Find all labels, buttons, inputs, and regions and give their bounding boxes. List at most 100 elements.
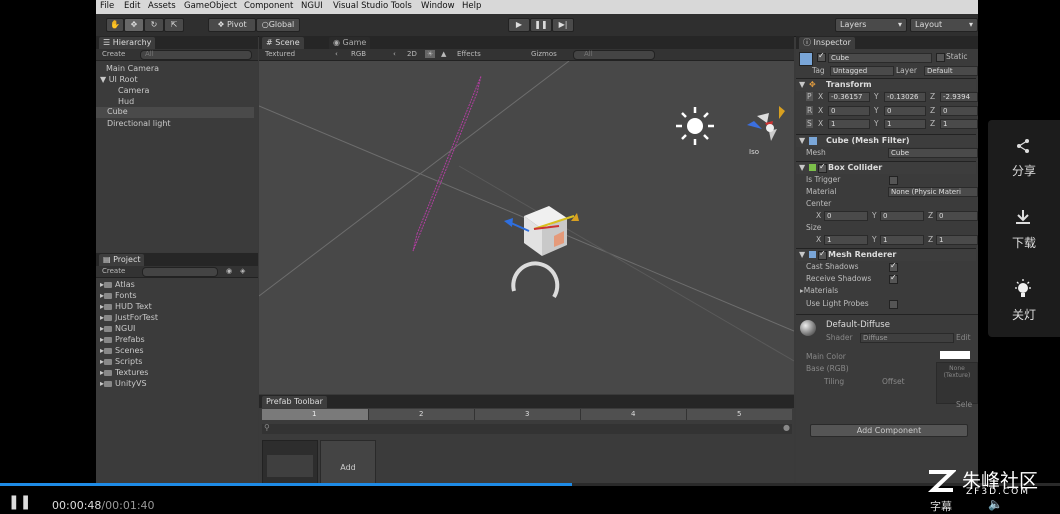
rotate-tool-button[interactable]: ↻ [144, 18, 164, 32]
hierarchy-item-ui-root[interactable]: ▼ UI Root [100, 75, 138, 84]
physic-material-field[interactable]: None (Physic Materi [888, 187, 978, 197]
projection-label[interactable]: Iso [749, 148, 759, 156]
project-folder-atlas[interactable]: ▸ Atlas [100, 280, 135, 289]
receive-shadows-checkbox[interactable] [889, 273, 898, 284]
tag-dropdown[interactable]: Untagged [830, 66, 894, 76]
project-search-input[interactable] [142, 267, 218, 277]
prefab-page-tab-1[interactable]: 1 [262, 409, 368, 420]
2d-toggle[interactable]: 2D [407, 50, 417, 58]
use-light-probes-checkbox[interactable] [889, 300, 898, 309]
prefab-page-tab-4[interactable]: 4 [580, 409, 687, 420]
center-y-field[interactable]: 0 [880, 211, 924, 221]
main-color-swatch[interactable] [940, 351, 970, 359]
render-mode-dropdown[interactable]: RGB [351, 50, 366, 58]
tab-project[interactable]: ▤ Project [99, 254, 145, 266]
prefab-thumbnail[interactable] [262, 440, 318, 483]
subtitle-button[interactable]: 字幕 [930, 498, 952, 514]
size-z-field[interactable]: 1 [936, 235, 978, 245]
rotation-reset-button[interactable]: R [806, 106, 814, 115]
download-button[interactable]: 下载 [988, 192, 1060, 264]
share-button[interactable]: 分享 [988, 120, 1060, 192]
project-create-button[interactable]: Create [102, 267, 125, 275]
project-folder-textures[interactable]: ▸ Textures [100, 368, 148, 377]
box-collider-enabled-checkbox[interactable] [818, 162, 827, 173]
hierarchy-item-cube[interactable]: Cube [96, 107, 254, 118]
clear-icon[interactable]: ● [783, 423, 790, 432]
pause-icon[interactable]: ❚❚ [8, 495, 31, 511]
hierarchy-search-input[interactable]: All [140, 50, 252, 60]
center-z-field[interactable]: 0 [936, 211, 978, 221]
project-folder-justfortest[interactable]: ▸ JustForTest [100, 313, 158, 322]
global-toggle[interactable]: ○Global [256, 18, 300, 32]
menu-component[interactable]: Component [244, 1, 293, 11]
edit-shader-button[interactable]: Edit [956, 333, 971, 342]
tab-game[interactable]: ◉ Game [329, 37, 371, 49]
menu-assets[interactable]: Assets [148, 1, 176, 11]
project-folder-prefabs[interactable]: ▸ Prefabs [100, 335, 145, 344]
prefab-search-input[interactable]: ⚲ ● [262, 423, 792, 434]
box-collider-header[interactable]: ▼ Box Collider [796, 161, 976, 174]
rotation-z-field[interactable]: 0 [940, 106, 978, 116]
shading-mode-dropdown[interactable]: Textured [265, 50, 295, 58]
scale-tool-button[interactable]: ⇱ [164, 18, 184, 32]
lighting-toggle[interactable]: ☀ [425, 50, 436, 58]
scene-search-input[interactable]: All [573, 50, 655, 60]
lights-off-button[interactable]: 关灯 [988, 264, 1060, 336]
pivot-toggle[interactable]: ❖ Pivot [208, 18, 256, 32]
position-reset-button[interactable]: P [806, 92, 813, 101]
hand-tool-button[interactable]: ✋ [106, 18, 124, 32]
select-texture-button[interactable]: Sele [956, 400, 972, 409]
play-button[interactable]: ▶ [508, 18, 530, 32]
hierarchy-create-button[interactable]: Create [102, 50, 125, 58]
effects-dropdown[interactable]: Effects [457, 50, 481, 58]
static-checkbox[interactable] [936, 53, 945, 62]
position-x-field[interactable]: -0.36157 [828, 92, 870, 102]
hierarchy-item-hud[interactable]: Hud [118, 97, 134, 106]
move-tool-button[interactable]: ✥ [124, 18, 144, 32]
tab-hierarchy[interactable]: ☰ Hierarchy [99, 37, 156, 49]
menu-edit[interactable]: Edit [124, 1, 140, 11]
layers-dropdown[interactable]: Layers ▾ [835, 18, 907, 32]
project-folder-ngui[interactable]: ▸ NGUI [100, 324, 135, 333]
transform-header[interactable]: ▼ ✥ Transform [796, 78, 976, 91]
scale-x-field[interactable]: 1 [828, 119, 870, 129]
mesh-field[interactable]: Cube [888, 148, 978, 158]
rotation-x-field[interactable]: 0 [828, 106, 870, 116]
position-y-field[interactable]: -0.13026 [884, 92, 926, 102]
prefab-page-tab-2[interactable]: 2 [368, 409, 475, 420]
size-y-field[interactable]: 1 [880, 235, 924, 245]
menu-ngui[interactable]: NGUI [301, 1, 323, 11]
audio-toggle-icon[interactable]: ▲ [441, 50, 446, 58]
menu-window[interactable]: Window [421, 1, 455, 11]
scale-y-field[interactable]: 1 [884, 119, 926, 129]
is-trigger-checkbox[interactable] [889, 176, 898, 185]
gizmos-dropdown[interactable]: Gizmos [531, 50, 557, 58]
project-folder-hud-text[interactable]: ▸ HUD Text [100, 302, 152, 311]
menu-visual-studio-tools[interactable]: Visual Studio Tools [333, 1, 412, 11]
tab-inspector[interactable]: ⓘ Inspector [799, 37, 855, 49]
tab-scene[interactable]: # Scene [262, 37, 304, 49]
tab-prefab-toolbar[interactable]: Prefab Toolbar [262, 396, 327, 408]
hierarchy-item-main-camera[interactable]: Main Camera [106, 64, 159, 73]
menu-file[interactable]: File [100, 1, 114, 11]
filter-icon[interactable]: ◉ [226, 267, 232, 275]
step-button[interactable]: ▶| [552, 18, 574, 32]
hierarchy-item-directional-light[interactable]: Directional light [107, 119, 171, 128]
rotation-y-field[interactable]: 0 [884, 106, 926, 116]
mesh-renderer-header[interactable]: ▼ Mesh Renderer [796, 248, 976, 261]
materials-foldout[interactable]: ▸Materials [800, 286, 838, 295]
project-folder-fonts[interactable]: ▸ Fonts [100, 291, 137, 300]
menu-gameobject[interactable]: GameObject [184, 1, 237, 11]
add-component-button[interactable]: Add Component [810, 424, 968, 437]
mesh-renderer-enabled-checkbox[interactable] [818, 249, 827, 260]
layout-dropdown[interactable]: Layout ▾ [910, 18, 978, 32]
mesh-filter-header[interactable]: ▼ Cube (Mesh Filter) [796, 134, 976, 147]
size-x-field[interactable]: 1 [824, 235, 868, 245]
prefab-page-tab-5[interactable]: 5 [686, 409, 793, 420]
object-name-input[interactable]: Cube [828, 53, 932, 63]
cast-shadows-checkbox[interactable] [889, 261, 898, 272]
project-folder-scripts[interactable]: ▸ Scripts [100, 357, 142, 366]
layer-dropdown[interactable]: Default [924, 66, 978, 76]
volume-icon[interactable]: 🔈 [988, 497, 1003, 511]
hierarchy-item-camera[interactable]: Camera [118, 86, 149, 95]
